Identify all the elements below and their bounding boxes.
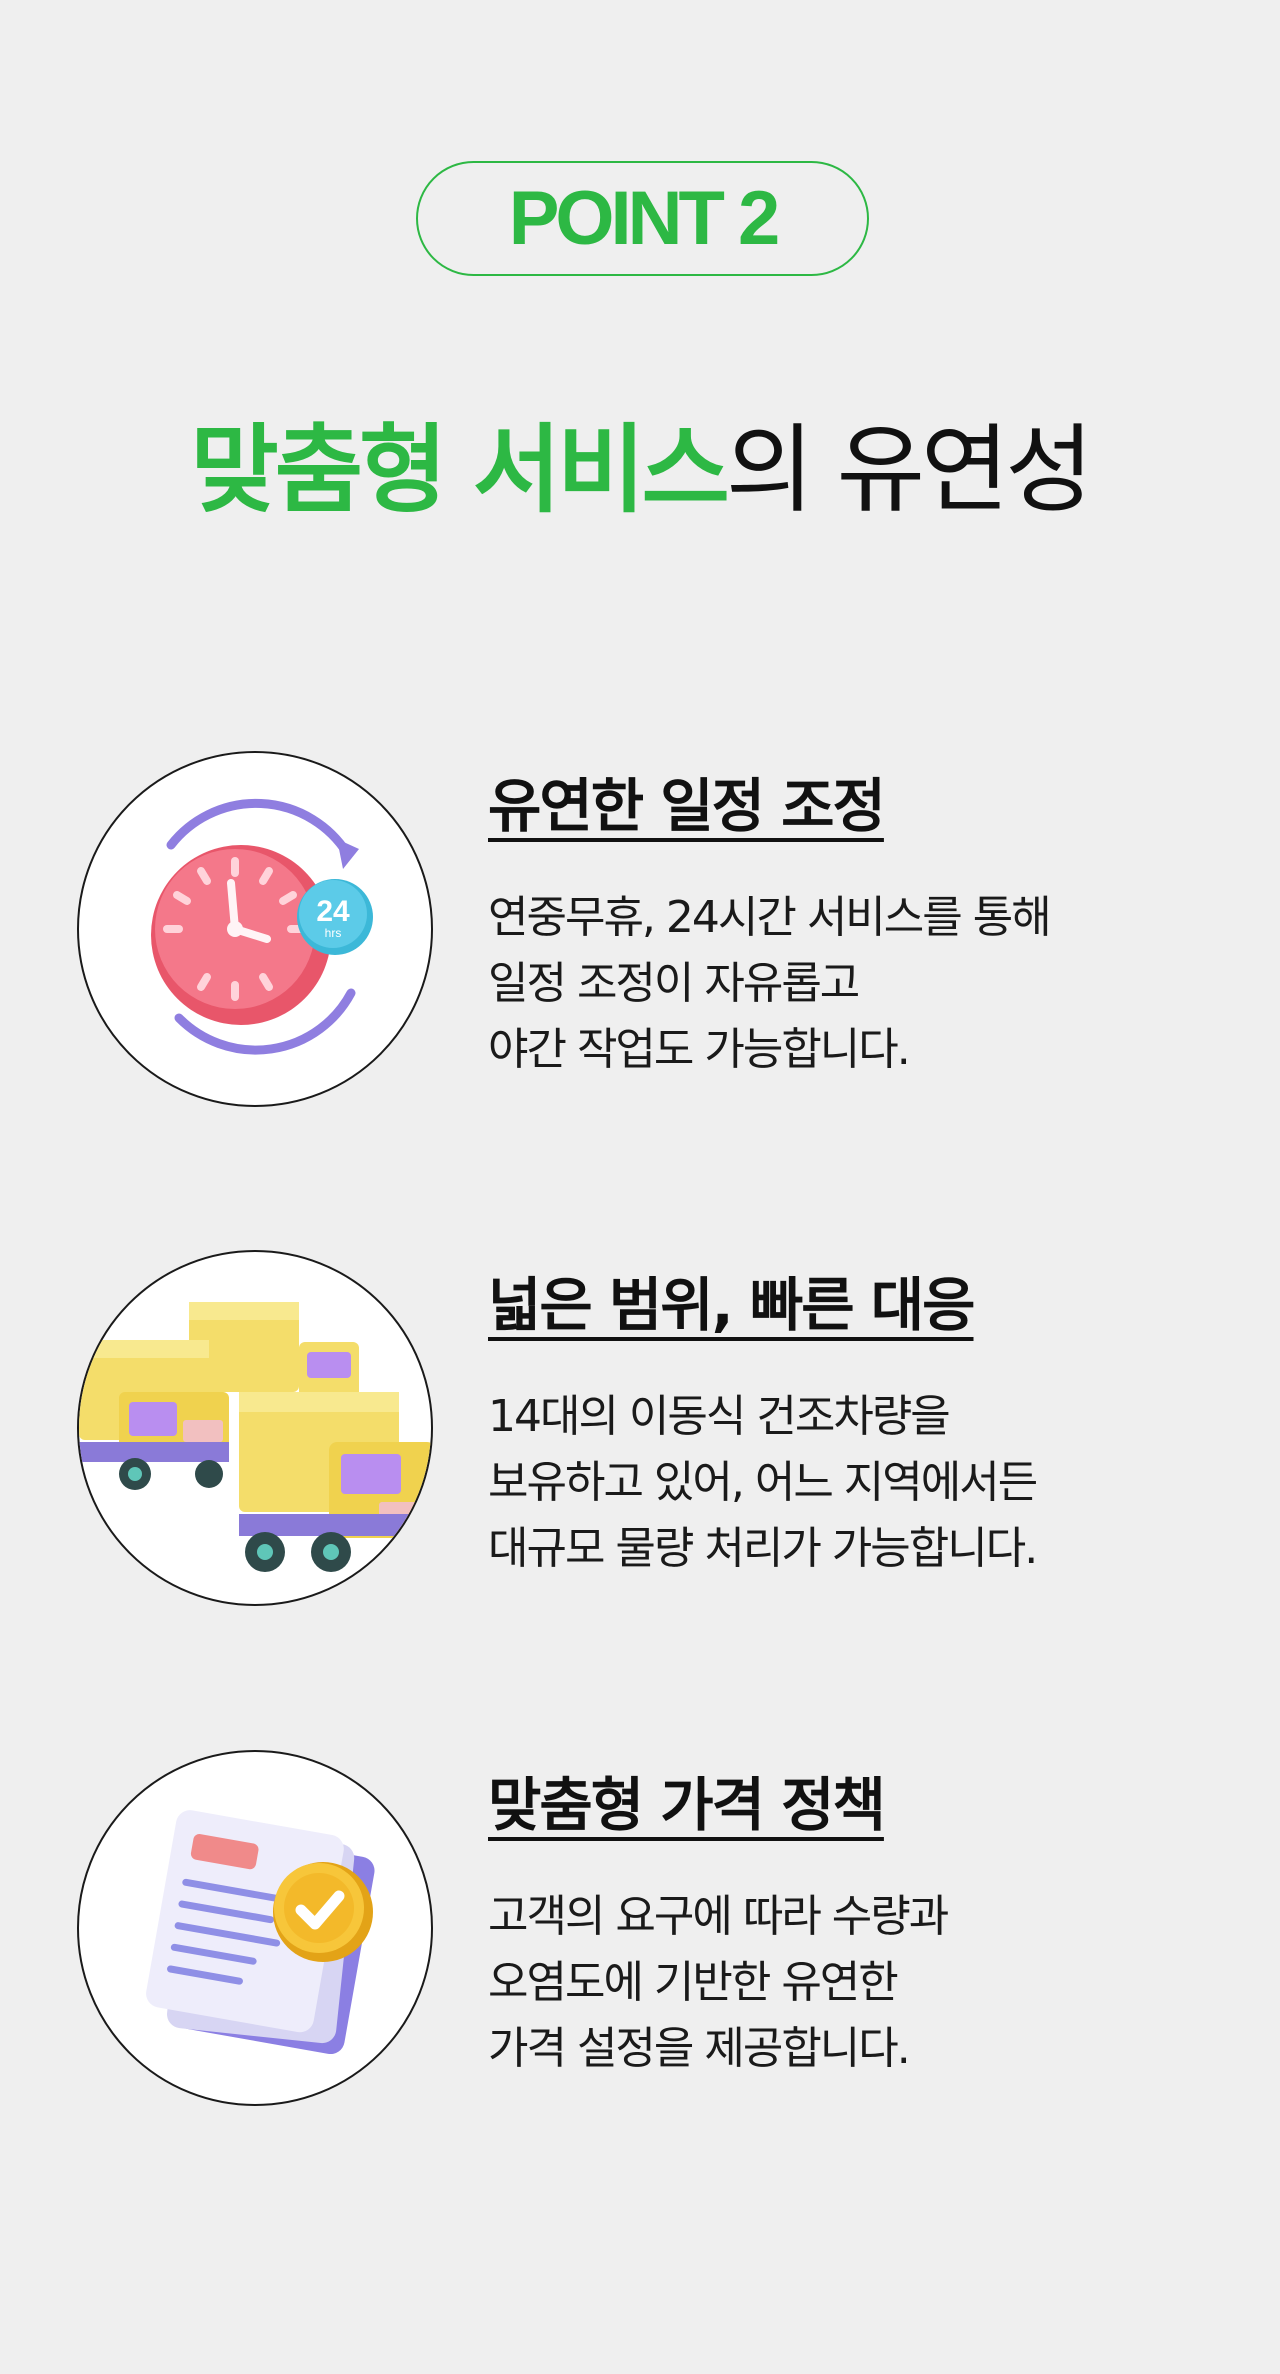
page-title-highlight: 맞춤형 서비스 xyxy=(190,414,729,526)
feature-icon-circle xyxy=(77,1750,433,2106)
clock-24hrs-icon: 24 hrs xyxy=(151,798,373,1055)
feature-description-line: 14대의 이동식 건조차량을 xyxy=(488,1391,951,1442)
svg-text:hrs: hrs xyxy=(325,926,342,940)
feature-description-line: 오염도에 기반한 유연한 xyxy=(488,1957,899,2008)
feature-title: 넓은 범위, 빠른 대응 xyxy=(488,1271,975,1339)
feature-description: 14대의 이동식 건조차량을 보유하고 있어, 어느 지역에서든 대규모 물량 … xyxy=(488,1384,1038,1582)
feature-description-line: 보유하고 있어, 어느 지역에서든 xyxy=(488,1457,1038,1508)
point-badge: POINT 2 xyxy=(416,161,869,276)
feature-description: 연중무휴, 24시간 서비스를 통해 일정 조정이 자유롭고 야간 작업도 가능… xyxy=(488,885,1052,1083)
feature-description-line: 가격 설정을 제공합니다. xyxy=(488,2023,911,2074)
feature-description-line: 야간 작업도 가능합니다. xyxy=(488,1024,911,1075)
feature-title: 맞춤형 가격 정책 xyxy=(488,1771,886,1839)
feature-icon-circle: 24 hrs xyxy=(77,751,433,1107)
feature-description-line: 대규모 물량 처리가 가능합니다. xyxy=(488,1523,1038,1574)
delivery-trucks-icon xyxy=(79,1302,431,1572)
document-check-icon xyxy=(146,1810,375,2055)
page-title: 맞춤형 서비스의 유연성 xyxy=(0,395,1280,545)
feature-flexible-schedule: 24 hrs 유연한 일정 조정 연중무휴, 24시간 서비스를 통해 일정 조… xyxy=(0,751,1280,1111)
feature-description-line: 일정 조정이 자유롭고 xyxy=(488,958,860,1009)
feature-description-line: 연중무휴, 24시간 서비스를 통해 xyxy=(488,892,1052,943)
feature-description: 고객의 요구에 따라 수량과 오염도에 기반한 유연한 가격 설정을 제공합니다… xyxy=(488,1884,949,2082)
svg-text:24: 24 xyxy=(316,895,350,928)
feature-icon-circle xyxy=(77,1250,433,1606)
feature-description-line: 고객의 요구에 따라 수량과 xyxy=(488,1891,949,1942)
feature-title: 유연한 일정 조정 xyxy=(488,772,886,840)
feature-custom-pricing: 맞춤형 가격 정책 고객의 요구에 따라 수량과 오염도에 기반한 유연한 가격… xyxy=(0,1750,1280,2110)
point-badge-label: POINT 2 xyxy=(508,176,781,261)
page-title-rest: 의 유연성 xyxy=(725,414,1094,526)
feature-wide-coverage: 넓은 범위, 빠른 대응 14대의 이동식 건조차량을 보유하고 있어, 어느 … xyxy=(0,1250,1280,1610)
